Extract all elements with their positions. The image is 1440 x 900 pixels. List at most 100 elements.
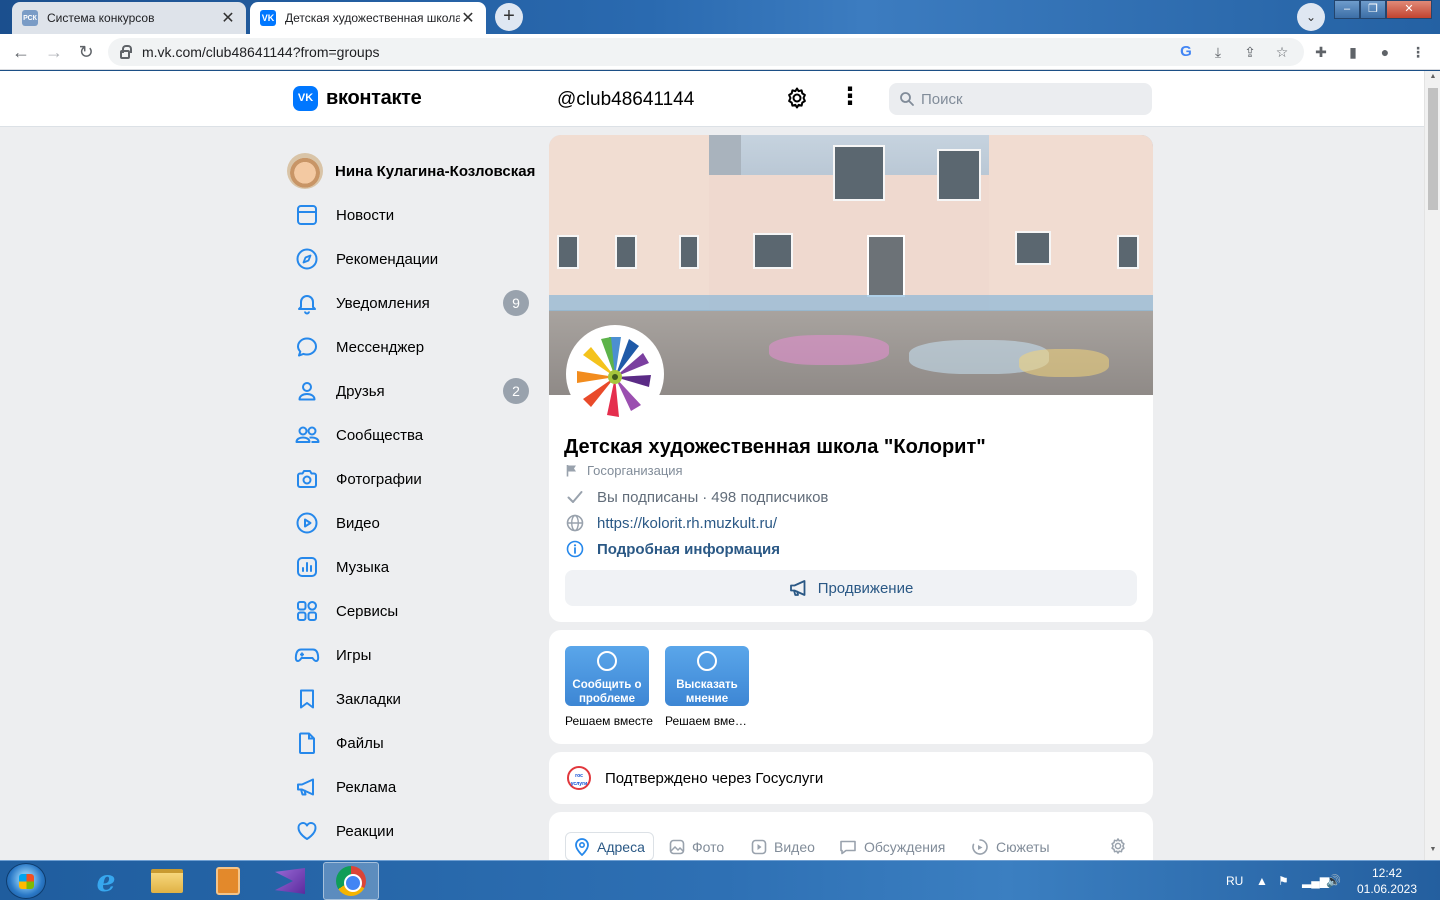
chrome-taskbar[interactable] [323, 862, 379, 900]
widget-report-problem[interactable]: Сообщить о проблеме [565, 646, 649, 706]
details-row[interactable]: Подробная информация [566, 540, 780, 558]
cover-window [679, 235, 699, 269]
rsk-favicon: РСК [22, 10, 38, 26]
visual-studio-taskbar[interactable] [262, 862, 318, 900]
menu-item-news[interactable]: Новости [287, 193, 537, 237]
reload-icon[interactable]: ↻ [75, 41, 97, 63]
search-box[interactable] [889, 83, 1152, 115]
gear-icon[interactable] [785, 86, 809, 110]
menu-item-label: Мессенджер [336, 338, 425, 356]
explorer-taskbar[interactable] [139, 862, 195, 900]
subscribers-count[interactable]: 498 подписчиков [711, 489, 828, 506]
search-input[interactable] [921, 90, 1141, 108]
action-center-flag-icon[interactable]: ⚑ [1278, 861, 1289, 900]
system-clock[interactable]: 12:42 01.06.2023 [1350, 865, 1424, 897]
menu-item-recommendations[interactable]: Рекомендации [287, 237, 537, 281]
star-icon[interactable]: ☆ [1273, 43, 1291, 61]
news-icon [294, 202, 320, 228]
new-tab-button[interactable]: + [495, 3, 523, 31]
browser-tab-vk[interactable]: VK Детская художественная школа ✕ [250, 2, 486, 34]
avatar[interactable] [287, 153, 323, 189]
tab-addresses[interactable]: Адреса [565, 832, 654, 860]
minimize-button[interactable]: – [1334, 0, 1360, 19]
menu-item-bookmarks[interactable]: Закладки [287, 677, 537, 721]
close-icon[interactable]: ✕ [220, 8, 236, 28]
user-icon [294, 378, 320, 404]
tab-video[interactable]: Видео [743, 832, 823, 860]
back-arrow-icon[interactable]: ← [10, 41, 32, 63]
tab-search-button[interactable]: ⌄ [1297, 3, 1325, 31]
vk-page: VK вконтакте @club48641144 ⋮ Нина Кулаги… [0, 71, 1424, 860]
menu-item-photos[interactable]: Фотографии [287, 457, 537, 501]
scrollbar-thumb[interactable] [1428, 88, 1438, 210]
details-link[interactable]: Подробная информация [597, 541, 780, 558]
media-player-icon [216, 867, 240, 895]
cover-window [937, 149, 981, 201]
extensions-icon[interactable]: ✚ [1312, 43, 1330, 61]
menu-item-reactions[interactable]: Реакции [287, 809, 537, 853]
menu-item-video[interactable]: Видео [287, 501, 537, 545]
address-bar[interactable]: m.vk.com/club48641144?from=groups [108, 38, 1304, 66]
show-hidden-icons-arrow-icon[interactable]: ▲ [1256, 861, 1268, 900]
bookmark-icon [294, 686, 320, 712]
scroll-down-arrow-icon[interactable]: ▼ [1428, 846, 1438, 853]
page-scrollbar[interactable]: ▲ ▼ [1424, 71, 1440, 860]
cover-chalk-art [769, 335, 889, 365]
menu-dots-icon[interactable]: ⋮ [1409, 43, 1427, 61]
tabs-settings-gear-icon[interactable] [1109, 837, 1127, 860]
menu-item-music[interactable]: Музыка [287, 545, 537, 589]
tab-label: Сюжеты [996, 838, 1050, 855]
menu-item-label: Реакции [336, 822, 394, 840]
widget-caption: Решаем вместе [665, 714, 749, 728]
share-icon[interactable]: ⇪ [1241, 43, 1259, 61]
tab-photos[interactable]: Фото [661, 832, 732, 860]
folder-icon [151, 869, 183, 893]
network-signal-icon[interactable]: ▂▄▆ [1302, 861, 1329, 900]
start-button[interactable] [6, 863, 46, 899]
menu-item-files[interactable]: Файлы [287, 721, 537, 765]
video-icon [751, 839, 767, 855]
stories-icon [971, 838, 989, 856]
gosuslugi-verified-card[interactable]: гос услуги Подтверждено через Госуслуги [549, 752, 1153, 804]
menu-item-games[interactable]: Игры [287, 633, 537, 677]
volume-icon[interactable]: 🔊 [1326, 861, 1341, 900]
tab-discussions[interactable]: Обсуждения [831, 832, 953, 860]
menu-item-communities[interactable]: Сообщества [287, 413, 537, 457]
install-app-icon[interactable]: ⤓ [1209, 43, 1227, 61]
forward-arrow-icon[interactable]: → [43, 41, 65, 63]
close-icon[interactable]: ✕ [460, 8, 476, 28]
window-close-button[interactable]: ✕ [1386, 0, 1432, 19]
subscription-row[interactable]: Вы подписаны · 498 подписчиков [566, 488, 828, 506]
lock-icon[interactable] [120, 44, 132, 59]
menu-item-services[interactable]: Сервисы [287, 589, 537, 633]
language-indicator[interactable]: RU [1226, 861, 1243, 900]
menu-item-friends[interactable]: Друзья 2 [287, 369, 537, 413]
vk-logo[interactable]: VK вконтакте [293, 86, 422, 111]
promote-label: Продвижение [817, 579, 914, 597]
scroll-up-arrow-icon[interactable]: ▲ [1428, 73, 1438, 80]
browser-tab-konkursy[interactable]: РСК Система конкурсов ✕ [12, 2, 246, 34]
website-row: https://kolorit.rh.muzkult.ru/ [566, 514, 777, 532]
cover-building-left [549, 135, 709, 310]
tab-label: Фото [692, 838, 725, 855]
more-dots-icon[interactable]: ⋮ [838, 85, 862, 110]
group-avatar[interactable] [566, 325, 664, 423]
menu-profile[interactable]: Нина Кулагина-Козловская [287, 149, 537, 193]
gosuslugi-widget-icon [697, 651, 717, 671]
widget-give-opinion[interactable]: Высказать мнение [665, 646, 749, 706]
promote-button[interactable]: Продвижение [565, 570, 1137, 606]
internet-explorer-taskbar[interactable]: e [78, 862, 134, 900]
menu-item-label: Музыка [336, 558, 390, 576]
maximize-button[interactable]: ❐ [1360, 0, 1386, 19]
menu-item-notifications[interactable]: Уведомления 9 [287, 281, 537, 325]
website-link[interactable]: https://kolorit.rh.muzkult.ru/ [597, 515, 777, 532]
gosuslugi-logo: гос услуги [567, 766, 591, 790]
group-name: Детская художественная школа "Колорит" [564, 436, 986, 458]
tab-stories[interactable]: Сюжеты [963, 832, 1058, 860]
profile-icon[interactable]: ● [1376, 43, 1394, 61]
google-lens-icon[interactable]: G [1177, 43, 1195, 61]
side-panel-icon[interactable]: ▮ [1344, 43, 1362, 61]
menu-item-messenger[interactable]: Мессенджер [287, 325, 537, 369]
menu-item-ads[interactable]: Реклама [287, 765, 537, 809]
media-player-taskbar[interactable] [200, 862, 256, 900]
